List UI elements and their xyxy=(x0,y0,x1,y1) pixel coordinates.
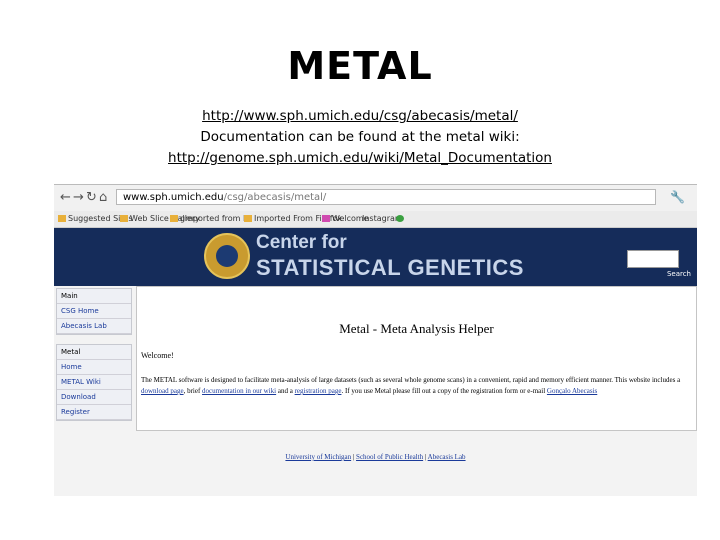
intro-paragraph: The METAL software is designed to facili… xyxy=(141,376,681,395)
sidebar-item-download[interactable]: Download xyxy=(57,390,131,405)
registration-link[interactable]: registration page xyxy=(295,387,342,395)
footer-separator: | xyxy=(424,453,427,461)
url-domain: www.sph.umich.edu xyxy=(123,192,224,203)
download-page-link[interactable]: download page xyxy=(141,387,184,395)
welcome-text: Welcome! xyxy=(141,351,174,360)
address-bar[interactable]: www.sph.umich.edu/csg/abecasis/metal/ xyxy=(116,189,656,205)
page-title: Metal - Meta Analysis Helper xyxy=(339,321,494,336)
slide-title: METAL xyxy=(287,44,433,88)
search-label[interactable]: Search xyxy=(667,270,691,278)
metal-url-link[interactable]: http://www.sph.umich.edu/csg/abecasis/me… xyxy=(202,108,518,124)
documentation-note: Documentation can be found at the metal … xyxy=(200,129,520,145)
wrench-icon[interactable]: 🔧 xyxy=(670,190,685,204)
folder-icon xyxy=(170,215,178,222)
footer-separator: | xyxy=(352,453,355,461)
footer-link-school[interactable]: School of Public Health xyxy=(356,453,423,461)
folder-icon xyxy=(244,215,252,222)
url-path: /csg/abecasis/metal/ xyxy=(223,192,327,203)
wiki-url-link[interactable]: http://genome.sph.umich.edu/wiki/Metal_D… xyxy=(168,150,552,166)
bookmark-item[interactable] xyxy=(396,214,406,223)
globe-icon xyxy=(396,215,404,222)
browser-screenshot: ← → ↻ ⌂ www.sph.umich.edu/csg/abecasis/m… xyxy=(54,184,697,496)
sidebar-item-home[interactable]: Home xyxy=(57,360,131,375)
metal-url-line: http://www.sph.umich.edu/csg/abecasis/me… xyxy=(0,108,720,124)
footer-link-university[interactable]: University of Michigan xyxy=(285,453,351,461)
sidebar-item-register[interactable]: Register xyxy=(57,405,131,420)
star-icon xyxy=(322,215,330,222)
main-content: Metal - Meta Analysis Helper Welcome! Th… xyxy=(136,286,697,431)
bookmarks-bar: Suggested Sites Web Slice Gallery gmport… xyxy=(54,211,697,228)
site-page: Main CSG Home Abecasis Lab Metal Home ME… xyxy=(54,286,697,496)
browser-toolbar: ← → ↻ ⌂ www.sph.umich.edu/csg/abecasis/m… xyxy=(54,185,697,211)
page-icon xyxy=(120,215,128,222)
forward-icon[interactable]: → xyxy=(73,190,84,205)
home-icon[interactable]: ⌂ xyxy=(99,190,107,205)
email-link[interactable]: Gonçalo Abecasis xyxy=(547,387,597,395)
sidebar-metal: Metal Home METAL Wiki Download Register xyxy=(56,344,132,421)
reload-icon[interactable]: ↻ xyxy=(86,190,97,205)
sidebar-item-metal-wiki[interactable]: METAL Wiki xyxy=(57,375,131,390)
search-input[interactable] xyxy=(627,250,679,268)
back-icon[interactable]: ← xyxy=(60,190,71,205)
banner-line2: STATISTICAL GENETICS xyxy=(256,255,524,280)
page-icon xyxy=(58,215,66,222)
sidebar-header: Metal xyxy=(57,345,131,360)
site-footer: University of Michigan | School of Publi… xyxy=(54,453,697,461)
sidebar-item-csg-home[interactable]: CSG Home xyxy=(57,304,131,319)
site-banner: Center for STATISTICAL GENETICS Search xyxy=(54,228,697,286)
wiki-url-line: http://genome.sph.umich.edu/wiki/Metal_D… xyxy=(0,150,720,166)
footer-link-lab[interactable]: Abecasis Lab xyxy=(428,453,466,461)
sidebar-main: Main CSG Home Abecasis Lab xyxy=(56,288,132,335)
sidebar-item-abecasis-lab[interactable]: Abecasis Lab xyxy=(57,319,131,334)
bookmark-item[interactable]: gmported from IE xyxy=(170,214,250,223)
banner-line1: Center for xyxy=(256,232,347,253)
university-seal-icon xyxy=(204,233,250,279)
documentation-link[interactable]: documentation in our wiki xyxy=(202,387,276,395)
sidebar-header: Main xyxy=(57,289,131,304)
